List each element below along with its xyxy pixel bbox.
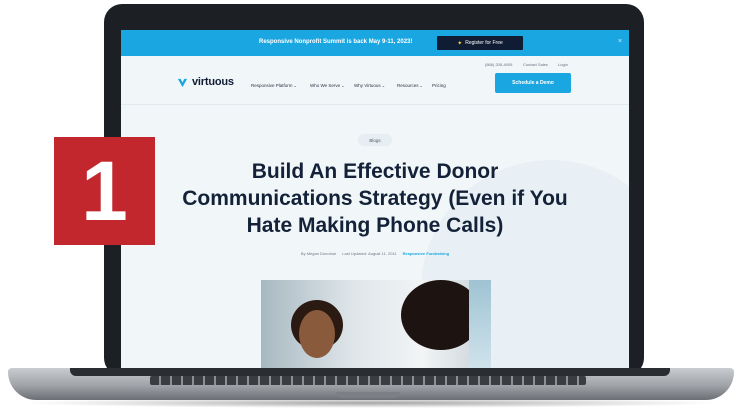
nav-item-label: Resources xyxy=(397,83,419,88)
photo-window xyxy=(469,280,491,368)
article-topic-link[interactable]: Responsive Fundraising xyxy=(403,251,449,256)
close-icon[interactable]: × xyxy=(618,38,622,45)
brand-name: virtuous xyxy=(192,76,234,88)
article-meta: By Megan Donohue Last Updated: August 11… xyxy=(121,251,629,256)
photo-person-face xyxy=(299,310,335,358)
step-number-badge: 1 xyxy=(54,137,155,245)
nav-item-label: Who We Serve xyxy=(310,83,341,88)
brand-logo[interactable]: virtuous xyxy=(177,76,234,88)
article-author: By Megan Donohue xyxy=(300,251,337,256)
announcement-text: Responsive Nonprofit Summit is back May … xyxy=(259,39,413,45)
virtuous-logo-icon xyxy=(177,78,188,87)
login-link[interactable]: Login xyxy=(558,62,568,67)
nav-item-why-virtuous[interactable]: Why Virtuous⌄ xyxy=(354,83,385,88)
contact-sales-link[interactable]: Contact Sales xyxy=(523,62,548,67)
nav-item-resources[interactable]: Resources⌄ xyxy=(397,83,423,88)
hero-image xyxy=(261,280,491,368)
chevron-down-icon: ⌄ xyxy=(293,83,297,88)
nav-item-pricing[interactable]: Pricing xyxy=(432,83,446,88)
browser-screen: Responsive Nonprofit Summit is back May … xyxy=(121,30,629,368)
announcement-bar: Responsive Nonprofit Summit is back May … xyxy=(121,30,629,56)
article-updated: Last Updated: August 11, 2011 xyxy=(342,251,397,256)
chevron-down-icon: ⌄ xyxy=(381,83,386,88)
nav-item-label: Responsive Platform xyxy=(251,83,293,88)
article-title: Build An Effective Donor Communications … xyxy=(182,160,568,237)
laptop-keyboard xyxy=(150,376,586,385)
category-badge[interactable]: Blogs xyxy=(358,134,392,146)
chevron-down-icon: ⌄ xyxy=(419,83,423,88)
nav-item-who-we-serve[interactable]: Who We Serve⌄ xyxy=(310,83,345,88)
header-divider xyxy=(121,104,629,105)
phone-link[interactable]: (866) 205-4009 xyxy=(485,62,512,67)
chevron-down-icon: ⌄ xyxy=(341,83,345,88)
register-button[interactable]: ✦ Register for Free xyxy=(437,36,523,50)
schedule-demo-button[interactable]: Schedule a Demo xyxy=(495,73,571,93)
register-button-label: Register for Free xyxy=(465,40,503,46)
nav-item-label: Why Virtuous xyxy=(354,83,381,88)
nav-item-responsive-platform[interactable]: Responsive Platform⌄ xyxy=(251,83,297,88)
laptop-notch xyxy=(336,392,400,398)
ticket-icon: ✦ xyxy=(457,40,463,47)
laptop-hinge xyxy=(70,368,670,376)
